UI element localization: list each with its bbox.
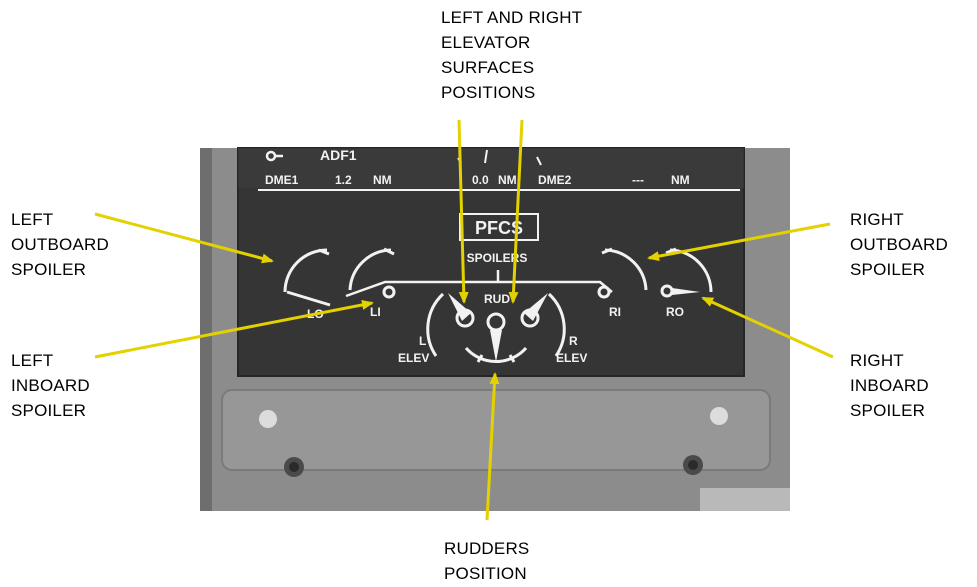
r-elev-r: R [569,334,578,348]
r-elev-label: ELEV [556,351,587,365]
ri-label: RI [609,305,621,319]
rud-label: RUD [484,292,510,306]
callout-right-outboard: RIGHT OUTBOARD SPOILER [850,210,948,279]
callout-elevator: LEFT AND RIGHT ELEVATOR SURFACES POSITIO… [441,8,583,102]
dme2-unit: NM [671,173,690,187]
screw-right [683,455,703,475]
ro-label: RO [666,305,684,319]
dme1-label: DME1 [265,173,299,187]
spoilers-label: SPOILERS [467,251,528,265]
callout-rudders: RUDDERS POSITION [444,539,530,583]
callout-left-inboard: LEFT INBOARD SPOILER [11,351,90,420]
lower-panel [700,488,790,511]
dme2-value: --- [632,173,644,187]
callout-left-outboard: LEFT OUTBOARD SPOILER [11,210,109,279]
callout-right-inboard: RIGHT INBOARD SPOILER [850,351,929,420]
dme1-value: 1.2 [335,173,352,187]
bezel-light-left [259,410,277,428]
screen-glare [238,148,744,188]
adf1-label: ADF1 [320,147,357,163]
bezel-shadow [200,148,212,511]
l-elev-label: ELEV [398,351,429,365]
center-value: 0.0 [472,173,489,187]
screw-left [284,457,304,477]
l-elev-l: L [419,334,426,348]
dme1-unit: NM [373,173,392,187]
center-unit: NM [498,173,517,187]
li-label: LI [370,305,381,319]
dme2-label: DME2 [538,173,572,187]
bezel-light-right [710,407,728,425]
